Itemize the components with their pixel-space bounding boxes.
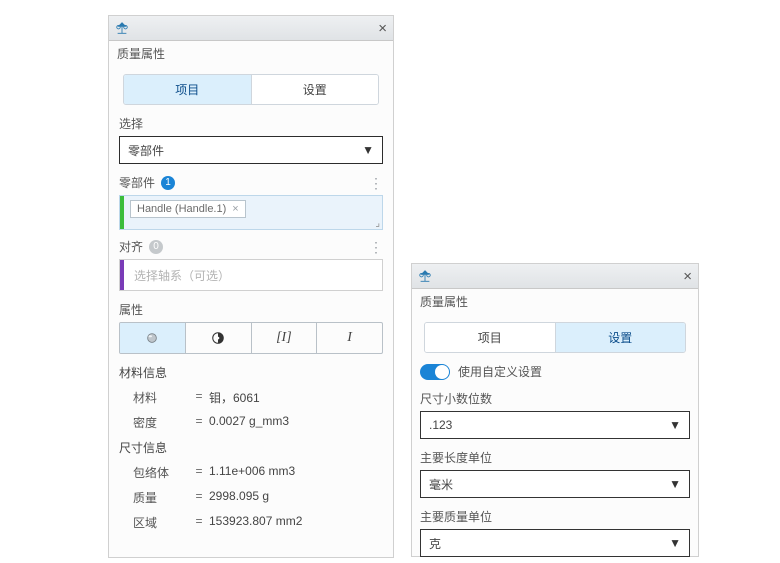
inertia-italic-icon[interactable]: I xyxy=(316,323,382,353)
volume-row: 包络体=1.11e+006 mm3 xyxy=(133,464,383,481)
size-section-title: 尺寸信息 xyxy=(119,439,383,456)
resize-handle-icon[interactable]: ⌟ xyxy=(375,218,380,229)
length-unit-label: 主要长度单位 xyxy=(420,449,690,466)
chevron-down-icon: ▼ xyxy=(669,418,681,432)
center-of-mass-icon[interactable] xyxy=(185,323,251,353)
sphere-icon[interactable] xyxy=(120,323,185,353)
components-count-badge: 1 xyxy=(161,176,175,190)
selection-label: 选择 xyxy=(119,115,383,132)
length-unit-dropdown[interactable]: 毫米 ▼ xyxy=(420,470,690,498)
alignment-menu-icon[interactable]: ⋮ xyxy=(369,240,383,254)
mass-unit-dropdown[interactable]: 克 ▼ xyxy=(420,529,690,557)
material-row: 材料=钼，6061 xyxy=(133,389,383,406)
properties-toolbar: [I] I xyxy=(119,322,383,354)
alignment-count-badge: 0 xyxy=(149,240,163,254)
titlebar: × xyxy=(109,16,393,41)
titlebar: × xyxy=(412,264,698,289)
density-row: 密度=0.0027 g_mm3 xyxy=(133,414,383,431)
mass-properties-panel-settings: × 质量属性 项目 设置 使用自定义设置 尺寸小数位数 .123 ▼ 主要长度单… xyxy=(411,263,699,557)
custom-settings-toggle-row: 使用自定义设置 xyxy=(420,363,690,380)
purple-bar xyxy=(120,260,124,290)
panel-title: 质量属性 xyxy=(109,41,393,66)
tab-item[interactable]: 项目 xyxy=(425,323,555,352)
tabset: 项目 设置 xyxy=(123,74,379,105)
component-chip[interactable]: Handle (Handle.1) × xyxy=(130,200,246,218)
components-header: 零部件 1 ⋮ xyxy=(119,174,383,191)
inertia-bracket-icon[interactable]: [I] xyxy=(251,323,317,353)
components-input[interactable]: Handle (Handle.1) × ⌟ xyxy=(119,195,383,230)
tab-item[interactable]: 项目 xyxy=(124,75,251,104)
alignment-input[interactable]: 选择轴系（可选） xyxy=(119,259,383,291)
decimals-dropdown[interactable]: .123 ▼ xyxy=(420,411,690,439)
chevron-down-icon: ▼ xyxy=(669,477,681,491)
decimals-label: 尺寸小数位数 xyxy=(420,390,690,407)
scale-icon xyxy=(416,267,434,285)
properties-label: 属性 xyxy=(119,301,383,318)
components-menu-icon[interactable]: ⋮ xyxy=(369,176,383,190)
close-icon[interactable]: × xyxy=(683,268,692,285)
mass-unit-label: 主要质量单位 xyxy=(420,508,690,525)
tabset: 项目 设置 xyxy=(424,322,686,353)
selection-dropdown[interactable]: 零部件 ▼ xyxy=(119,136,383,164)
mass-row: 质量=2998.095 g xyxy=(133,489,383,506)
custom-settings-label: 使用自定义设置 xyxy=(458,363,542,380)
material-section-title: 材料信息 xyxy=(119,364,383,381)
chevron-down-icon: ▼ xyxy=(669,536,681,550)
alignment-header: 对齐 0 ⋮ xyxy=(119,238,383,255)
scale-icon xyxy=(113,19,131,37)
chip-remove-icon[interactable]: × xyxy=(232,203,238,215)
chevron-down-icon: ▼ xyxy=(362,143,374,157)
green-bar xyxy=(120,196,124,229)
tab-settings[interactable]: 设置 xyxy=(251,75,379,104)
area-row: 区域=153923.807 mm2 xyxy=(133,514,383,531)
custom-settings-toggle[interactable] xyxy=(420,364,450,380)
close-icon[interactable]: × xyxy=(378,20,387,37)
panel-title: 质量属性 xyxy=(412,289,698,314)
tab-settings[interactable]: 设置 xyxy=(555,323,686,352)
mass-properties-panel-item: × 质量属性 项目 设置 选择 零部件 ▼ 零部件 1 ⋮ Handle (Ha… xyxy=(108,15,394,558)
